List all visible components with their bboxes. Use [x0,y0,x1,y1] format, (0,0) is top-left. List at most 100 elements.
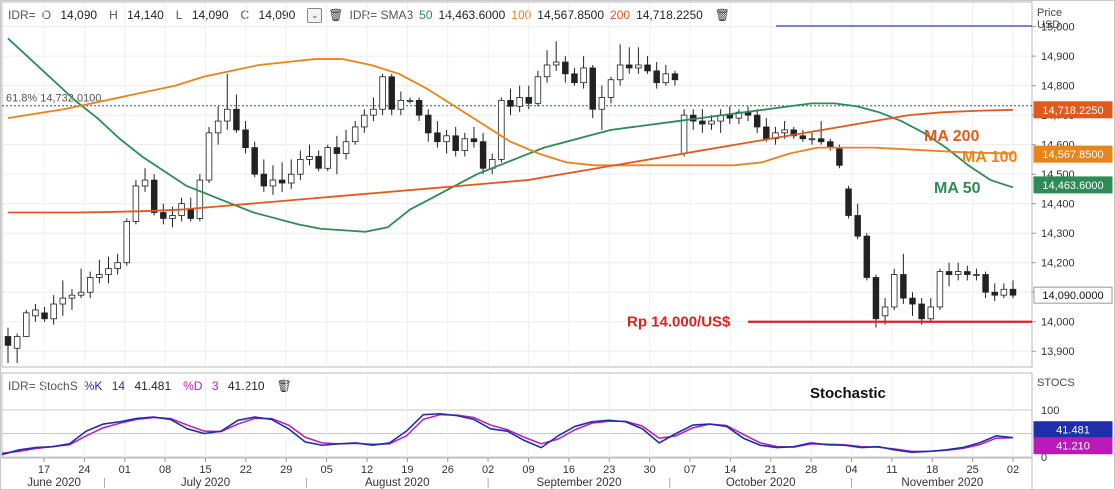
candle [150,174,158,216]
candle [772,126,779,145]
candle-body [13,336,21,349]
candle-body [644,64,651,72]
support-label: Rp 14.000/US$ [627,314,731,331]
ma100-annotation: MA 100 [962,149,1018,166]
axis-title-stoch: STOCS [1037,377,1075,389]
last-price-badge: 14,090.0000 [1033,286,1113,304]
candle [571,67,578,86]
candle-body [397,99,405,110]
candle-body [982,274,989,293]
candle [86,271,94,299]
candle-body [598,97,606,110]
candle-body [808,138,816,141]
candle [927,298,935,322]
candle [753,109,761,133]
candle-body [123,220,131,264]
stochastic-annotation: Stochastic [810,385,886,402]
candle-body [306,156,313,160]
candle-body [278,179,286,184]
candle [32,304,39,322]
candle-body [333,147,341,154]
day-label: 25 [967,464,979,476]
last-price-badge-text: 14,090.0000 [1042,290,1103,302]
candle-body [370,108,377,116]
candle-body [68,294,76,299]
candle [790,126,797,139]
candle [763,118,770,142]
candle-body [77,291,85,296]
candle-body [114,262,121,270]
candle-body [470,138,478,143]
candle [845,185,852,219]
candle [498,97,505,163]
candle [635,47,642,74]
price-tick-label: 15,000 [1041,22,1075,34]
ma100-badge: 14,567.8500 [1033,145,1113,163]
candle [297,150,304,181]
candle [488,153,496,175]
candle-body [269,179,277,187]
candle [735,109,743,124]
day-label: 02 [1007,464,1019,476]
candle-body [936,271,944,308]
candle [287,159,295,189]
candle-body [580,67,587,84]
candle-body [516,97,523,107]
candle [817,121,825,145]
candle [653,62,660,89]
day-label: 28 [805,464,817,476]
candle [909,292,916,316]
stoch-k-badge: 41.481 [1033,421,1113,439]
fib-label: 61.8% 14,732.0100 [6,93,101,105]
candle-body [41,312,48,320]
candle-body [96,274,103,278]
candle [260,159,268,192]
candle [534,70,542,107]
day-label: 01 [119,464,131,476]
candle-body [1009,288,1017,296]
candle [680,109,688,157]
candle-body [890,274,898,308]
candle-body [836,147,843,166]
candle [351,121,359,145]
candle [315,150,322,172]
candle-body [287,173,295,184]
candle-body [616,64,624,81]
candle-body [900,274,907,299]
candle [388,73,395,116]
candle [543,50,551,83]
candle-body [388,76,395,110]
candle [671,70,679,86]
candle-body [571,73,578,84]
candle-body [607,79,615,98]
candle-body [351,126,359,143]
candle [105,256,112,284]
day-label: 14 [724,464,736,476]
day-label: 30 [644,464,656,476]
candle-body [461,138,469,151]
stoch-k-badge-text: 41.481 [1056,425,1090,437]
price-tick-label: 14,000 [1041,317,1075,329]
day-label: 24 [78,464,90,476]
candle [461,132,469,157]
day-label: 17 [38,464,50,476]
price-tick-label: 14,900 [1041,51,1075,63]
candle-body [443,135,450,143]
ma100-badge-text: 14,567.8500 [1042,149,1103,161]
candle [233,94,240,133]
candle-body [909,297,916,305]
candle [516,85,523,113]
candle [616,44,624,86]
candlestick-chart[interactable]: Price USD STOCS 15,00014,90014,80014,700… [0,0,1115,490]
candle [251,141,258,178]
ma50-line [7,37,1014,233]
day-label: 05 [321,464,333,476]
candle-body [699,120,706,125]
month-label: September 2020 [536,477,621,489]
candle-body [726,114,734,119]
candle-body [315,156,322,169]
candle [945,262,953,287]
candle-body [918,303,925,320]
candle [269,165,277,195]
candle-body [881,306,889,317]
